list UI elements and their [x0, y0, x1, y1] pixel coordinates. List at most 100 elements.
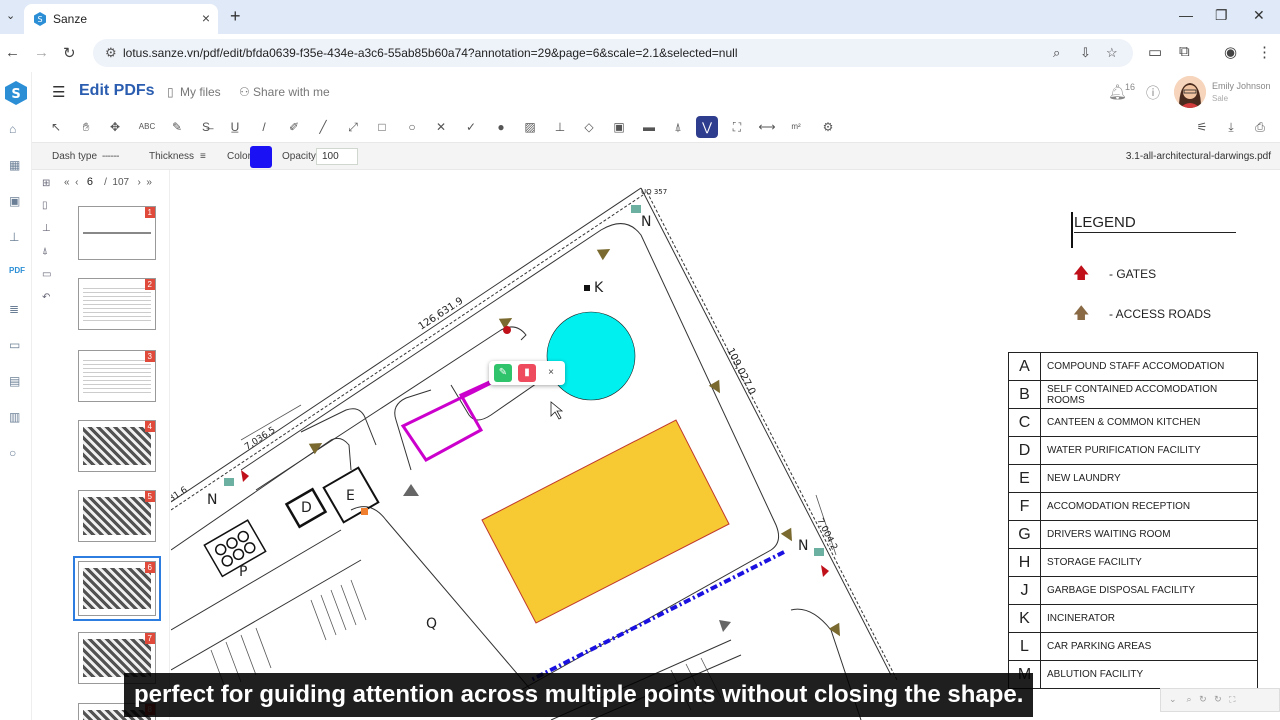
stamp-tool-icon[interactable]: ⊥	[549, 116, 571, 138]
comments-icon[interactable]: ▭	[42, 269, 51, 280]
dash-type-select[interactable]: ------	[102, 151, 119, 162]
calendar-icon[interactable]: ▦	[9, 158, 20, 172]
strikethrough-icon[interactable]: S̶	[195, 116, 217, 138]
browser-tab[interactable]: S Sanze ×	[24, 4, 218, 34]
nav-share-with-me[interactable]: Share with me	[253, 85, 330, 99]
menu-icon[interactable]: ☰	[52, 83, 65, 101]
arrow-tool-icon[interactable]: ⤢	[342, 116, 364, 138]
legend-key: A	[1008, 352, 1041, 381]
forward-icon[interactable]: →	[34, 44, 49, 61]
dot-tool-icon[interactable]: ●	[490, 116, 512, 138]
measure-icon[interactable]: ⟷	[756, 116, 778, 138]
thumbnail-page[interactable]: 5	[78, 490, 156, 542]
pdf-canvas[interactable]: 126,631.9 109,027.0 7,036.5 7,004.2 31.6…	[171, 170, 1280, 720]
chat-icon[interactable]: ○	[9, 446, 16, 460]
signature-icon[interactable]: ⍋	[667, 116, 689, 138]
move-tool-icon[interactable]: ✥	[104, 116, 126, 138]
opacity-input[interactable]: 100	[316, 148, 358, 165]
dim-label-3: 7,036.5	[243, 425, 277, 452]
chevron-down-icon[interactable]: ⌄	[6, 9, 15, 22]
star-icon[interactable]: ☆	[1106, 45, 1118, 61]
legend-label: CANTEEN & COMMON KITCHEN	[1040, 408, 1258, 437]
print-icon[interactable]: ⎙	[1249, 116, 1271, 138]
highlight-tool-icon[interactable]: ✎	[166, 116, 188, 138]
marker-icon[interactable]: ✐	[283, 116, 305, 138]
edit-annotation-icon[interactable]: ✎	[494, 364, 512, 382]
extensions-icon[interactable]: ⧉	[1179, 43, 1190, 60]
select-tool-icon[interactable]: ↖	[45, 116, 67, 138]
ellipse-tool-icon[interactable]: ○	[401, 116, 423, 138]
zoom-controls[interactable]: ⌄ ⌕ ↻ ↻ ⛶	[1160, 688, 1280, 712]
image-tool-icon[interactable]: ▨	[519, 116, 541, 138]
window-close-icon[interactable]: ✕	[1253, 7, 1265, 24]
reload-icon[interactable]: ↻	[63, 44, 76, 62]
minimize-icon[interactable]: —	[1179, 7, 1193, 23]
undo-icon[interactable]: ↶	[42, 292, 50, 303]
pen-icon[interactable]: /	[253, 116, 275, 138]
table-icon[interactable]: ▥	[9, 410, 20, 424]
prev-page-icon[interactable]: ‹	[75, 177, 78, 188]
sanze-logo-icon[interactable]: S	[3, 80, 29, 106]
settings-gear-icon[interactable]: ⚙	[817, 116, 839, 138]
screenshot-icon[interactable]: ▣	[608, 116, 630, 138]
close-icon[interactable]: ×	[202, 10, 210, 26]
stamp-icon[interactable]: ⊥	[9, 230, 19, 244]
last-page-icon[interactable]: »	[146, 177, 152, 188]
color-swatch[interactable]	[250, 146, 272, 168]
first-page-icon[interactable]: «	[64, 177, 70, 188]
area-measure-icon[interactable]: m²	[785, 116, 807, 138]
thumbnail-preview	[83, 213, 151, 253]
underline-icon[interactable]: U̲	[224, 116, 246, 138]
page-input[interactable]: 6	[87, 176, 93, 188]
rectangle-tool-icon[interactable]: □	[371, 116, 393, 138]
plus-icon[interactable]: +	[230, 6, 241, 27]
thumbnail-page[interactable]: 2	[78, 278, 156, 330]
delete-annotation-icon[interactable]: ▮	[518, 364, 536, 382]
pdf-icon[interactable]: PDF	[9, 266, 25, 275]
thumbnail-page[interactable]: 3	[78, 350, 156, 402]
download-icon[interactable]: ⤓	[1220, 116, 1242, 138]
briefcase-icon[interactable]: ▤	[9, 374, 20, 388]
avatar-image	[1174, 76, 1206, 108]
bookmarks-icon[interactable]: ▯	[42, 200, 48, 211]
menu-dots-icon[interactable]: ⋮	[1257, 43, 1272, 61]
redact-icon[interactable]: ▬	[638, 116, 660, 138]
crop-icon[interactable]: ⛶	[726, 116, 748, 138]
site-settings-icon[interactable]: ⚙	[105, 45, 117, 61]
hand-tool-icon[interactable]: ✋︎	[75, 116, 97, 138]
cast-icon[interactable]: ▭	[1148, 43, 1162, 61]
database-icon[interactable]: ≣	[9, 302, 19, 316]
share-icon[interactable]: ⚟	[1191, 116, 1213, 138]
label-p: P	[239, 564, 247, 580]
zoom-icon[interactable]: ⌕	[1053, 45, 1060, 61]
folder-icon[interactable]: ▭	[9, 338, 20, 352]
signature-list-icon[interactable]: ⍋	[42, 246, 48, 257]
url-text[interactable]: lotus.sanze.vn/pdf/edit/bfda0639-f35e-43…	[123, 46, 738, 60]
thumbnail-page[interactable]: 1	[78, 206, 156, 260]
avatar[interactable]	[1174, 76, 1206, 108]
cross-tool-icon[interactable]: ✕	[430, 116, 452, 138]
eraser-icon[interactable]: ◇	[578, 116, 600, 138]
contacts-icon[interactable]: ▣	[9, 194, 20, 208]
nav-my-files[interactable]: My files	[180, 85, 221, 99]
help-icon[interactable]: ⓘ	[1146, 83, 1160, 103]
thumbnail-page[interactable]: 4	[78, 420, 156, 472]
stamp-list-icon[interactable]: ⊥	[42, 223, 51, 234]
check-tool-icon[interactable]: ✓	[460, 116, 482, 138]
line-tool-icon[interactable]: ╱	[312, 116, 334, 138]
back-icon[interactable]: ←	[5, 44, 20, 61]
home-icon[interactable]: ⌂	[9, 122, 16, 136]
thumbnails-icon[interactable]: ⊞	[42, 178, 50, 189]
thumbnail-page[interactable]: 6	[73, 556, 161, 621]
text-recognize-icon[interactable]: ABC	[136, 116, 158, 138]
close-popover-icon[interactable]: ×	[542, 364, 560, 382]
polyline-tool-icon[interactable]: ⋁	[696, 116, 718, 138]
restore-icon[interactable]: ❐	[1215, 7, 1228, 24]
omnibox[interactable]: ⚙ lotus.sanze.vn/pdf/edit/bfda0639-f35e-…	[93, 39, 1133, 67]
install-icon[interactable]: ⇩	[1080, 45, 1091, 61]
thickness-select[interactable]: ≡	[200, 151, 206, 162]
next-page-icon[interactable]: ›	[137, 177, 140, 188]
legend-access-roads: - ACCESS ROADS	[1109, 307, 1212, 321]
mouse-cursor-icon	[550, 401, 564, 420]
profile-icon[interactable]: ◉	[1224, 43, 1237, 61]
